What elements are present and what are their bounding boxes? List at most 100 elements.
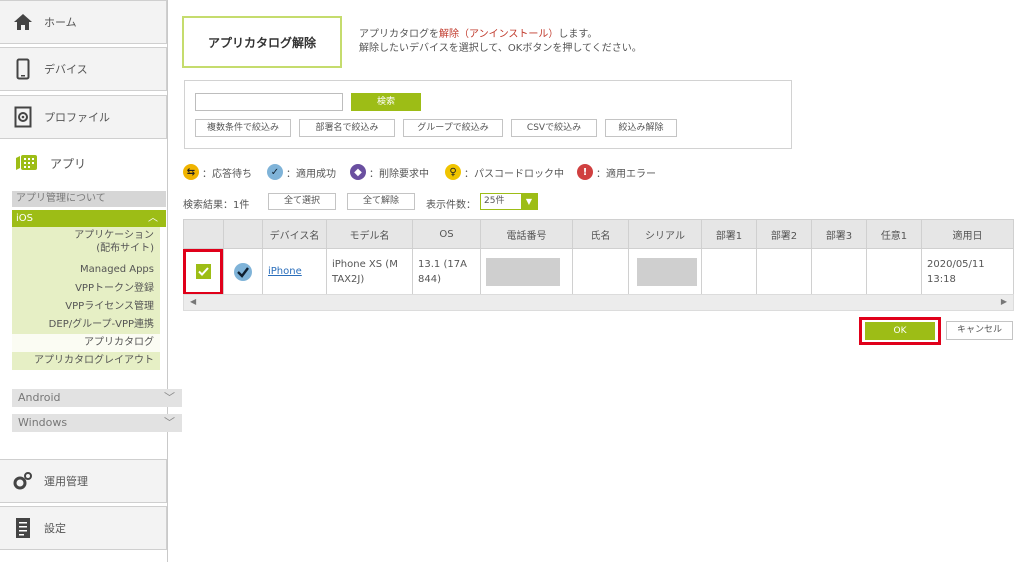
ios-submenu: アプリケーション (配布サイト) Managed Apps VPPトークン登録 … bbox=[12, 227, 160, 370]
table-header-row: デバイス名 モデル名 OS 電話番号 氏名 シリアル 部署1 部署2 部署3 任… bbox=[183, 219, 1014, 249]
sidebar-item-vpp-token[interactable]: VPPトークン登録 bbox=[12, 280, 160, 298]
col-applied-date[interactable]: 適用日 bbox=[921, 219, 1014, 249]
col-name[interactable]: 氏名 bbox=[572, 219, 629, 249]
col-device-name[interactable]: デバイス名 bbox=[262, 219, 327, 249]
legend-success-label: ：適用成功 bbox=[286, 168, 336, 180]
phone-redacted bbox=[486, 257, 560, 286]
legend-passcode-label: ：パスコードロック中 bbox=[464, 168, 564, 180]
search-panel: 検索 複数条件で絞込み 部署名で絞込み グループで絞込み CSVで絞込み 絞込み… bbox=[184, 80, 792, 149]
delete-icon: ◆ bbox=[350, 164, 366, 180]
search-button[interactable]: 検索 bbox=[351, 93, 421, 111]
android-label: Android bbox=[18, 391, 61, 404]
sidebar-item-dep-vpp[interactable]: DEP/グループ-VPP連携 bbox=[12, 316, 160, 334]
col-dept3[interactable]: 部署3 bbox=[811, 219, 867, 249]
scroll-right-icon[interactable]: ▶ bbox=[1001, 297, 1007, 306]
arrows-icon: ⇆ bbox=[183, 164, 199, 180]
desc-line2: 解除したいデバイスを選択して、OKボタンを押してください。 bbox=[359, 43, 642, 54]
desc-text-a: アプリカタログを bbox=[359, 29, 439, 40]
col-dept1[interactable]: 部署1 bbox=[701, 219, 757, 249]
triangle-down-icon: ▼ bbox=[521, 194, 537, 209]
windows-label: Windows bbox=[18, 416, 68, 429]
serial-redacted bbox=[637, 257, 697, 286]
row-serial bbox=[628, 248, 702, 295]
search-input[interactable] bbox=[195, 93, 343, 111]
legend-deleting: ◆ ：削除要求中 bbox=[350, 164, 429, 180]
sidebar-ios-section[interactable]: iOS ︿ bbox=[12, 210, 166, 227]
page-size-select[interactable]: 25件 ▼ bbox=[480, 193, 538, 210]
filter-clear-button[interactable]: 絞込み解除 bbox=[605, 119, 677, 137]
col-model[interactable]: モデル名 bbox=[326, 219, 413, 249]
filter-department-button[interactable]: 部署名で絞込み bbox=[299, 119, 395, 137]
row-dept1 bbox=[701, 248, 757, 295]
filter-group-button[interactable]: グループで絞込み bbox=[403, 119, 503, 137]
row-phone bbox=[480, 248, 573, 295]
sidebar-item-managed-apps[interactable]: Managed Apps bbox=[12, 261, 160, 280]
nav-devices-label: デバイス bbox=[44, 63, 88, 76]
sidebar: ホーム デバイス プロファイル アプリ アプリ管理について iOS ︿ アプリケ… bbox=[0, 0, 182, 562]
sidebar-item-app-catalog[interactable]: アプリカタログ bbox=[12, 334, 160, 352]
select-all-button[interactable]: 全て選択 bbox=[268, 193, 336, 210]
row-model: iPhone XS (M TAX2J) bbox=[326, 248, 413, 295]
home-icon bbox=[12, 11, 34, 33]
row-dept3 bbox=[811, 248, 867, 295]
legend-pending: ⇆ ：応答待ち bbox=[183, 164, 252, 180]
sidebar-item-distribution-site[interactable]: (配布サイト) bbox=[12, 242, 160, 261]
legend-passcode-lock: ♀ ：パスコードロック中 bbox=[445, 164, 564, 180]
legend-error: ! ：適用エラー bbox=[577, 164, 656, 180]
col-phone[interactable]: 電話番号 bbox=[480, 219, 573, 249]
col-status bbox=[223, 219, 263, 249]
device-link[interactable]: iPhone bbox=[268, 266, 302, 277]
chevron-down-icon: ﹀ bbox=[164, 391, 175, 404]
page-size-label: 表示件数： bbox=[426, 200, 476, 211]
col-os[interactable]: OS bbox=[412, 219, 481, 249]
desc-text-b: します。 bbox=[558, 29, 598, 40]
filter-multi-button[interactable]: 複数条件で絞込み bbox=[195, 119, 291, 137]
gears-icon bbox=[12, 470, 34, 492]
row-dept2 bbox=[756, 248, 812, 295]
sidebar-item-app-catalog-layout[interactable]: アプリカタログレイアウト bbox=[12, 352, 160, 370]
col-serial[interactable]: シリアル bbox=[628, 219, 702, 249]
col-dept2[interactable]: 部署2 bbox=[756, 219, 812, 249]
check-status-icon bbox=[234, 262, 252, 281]
ok-button[interactable]: OK bbox=[865, 322, 935, 340]
nav-operations[interactable]: 運用管理 bbox=[0, 459, 167, 503]
page-title: アプリカタログ解除 bbox=[182, 16, 342, 68]
nav-profiles[interactable]: プロファイル bbox=[0, 95, 167, 139]
nav-profiles-label: プロファイル bbox=[44, 111, 110, 124]
desc-text-red: 解除（アンインストール） bbox=[439, 29, 559, 40]
filter-csv-button[interactable]: CSVで絞込み bbox=[511, 119, 597, 137]
sidebar-item-vpp-license[interactable]: VPPライセンス管理 bbox=[12, 298, 160, 316]
chevron-up-icon: ︿ bbox=[148, 213, 158, 224]
row-custom1 bbox=[866, 248, 922, 295]
legend-deleting-label: ：削除要求中 bbox=[369, 168, 429, 180]
nav-home[interactable]: ホーム bbox=[0, 0, 167, 44]
sidebar-android-section[interactable]: Android ﹀ bbox=[12, 389, 182, 407]
legend-error-label: ：適用エラー bbox=[596, 168, 656, 180]
nav-home-label: ホーム bbox=[44, 16, 77, 29]
sidebar-about-apps[interactable]: アプリ管理について bbox=[12, 191, 166, 207]
sidebar-item-application[interactable]: アプリケーション bbox=[12, 227, 160, 242]
scroll-left-icon[interactable]: ◀ bbox=[190, 297, 196, 306]
cancel-button[interactable]: キャンセル bbox=[946, 321, 1013, 340]
col-custom1[interactable]: 任意1 bbox=[866, 219, 922, 249]
horizontal-scrollbar[interactable]: ◀ ▶ bbox=[183, 294, 1014, 311]
sidebar-windows-section[interactable]: Windows ﹀ bbox=[12, 414, 182, 432]
table-row: iPhone iPhone XS (M TAX2J) 13.1 (17A 844… bbox=[183, 248, 1014, 295]
nav-settings[interactable]: 設定 bbox=[0, 506, 167, 550]
col-select bbox=[183, 219, 224, 249]
row-os: 13.1 (17A 844) bbox=[412, 248, 481, 295]
device-table: デバイス名 モデル名 OS 電話番号 氏名 シリアル 部署1 部署2 部署3 任… bbox=[183, 219, 1014, 295]
row-device-name: iPhone bbox=[262, 248, 327, 295]
ios-label: iOS bbox=[16, 213, 33, 224]
nav-settings-label: 設定 bbox=[44, 522, 66, 535]
chevron-down-icon: ﹀ bbox=[164, 416, 175, 429]
nav-devices[interactable]: デバイス bbox=[0, 47, 167, 91]
legend-pending-label: ：応答待ち bbox=[202, 168, 252, 180]
row-applied-date: 2020/05/11 13:18 bbox=[921, 248, 1014, 295]
page-description: アプリカタログを解除（アンインストール）します。 解除したいデバイスを選択して、… bbox=[359, 28, 642, 56]
row-status-cell bbox=[223, 248, 263, 295]
nav-apps[interactable]: アプリ bbox=[0, 142, 167, 184]
clear-all-button[interactable]: 全て解除 bbox=[347, 193, 415, 210]
profile-gear-icon bbox=[12, 106, 34, 128]
nav-apps-label: アプリ bbox=[50, 156, 87, 171]
